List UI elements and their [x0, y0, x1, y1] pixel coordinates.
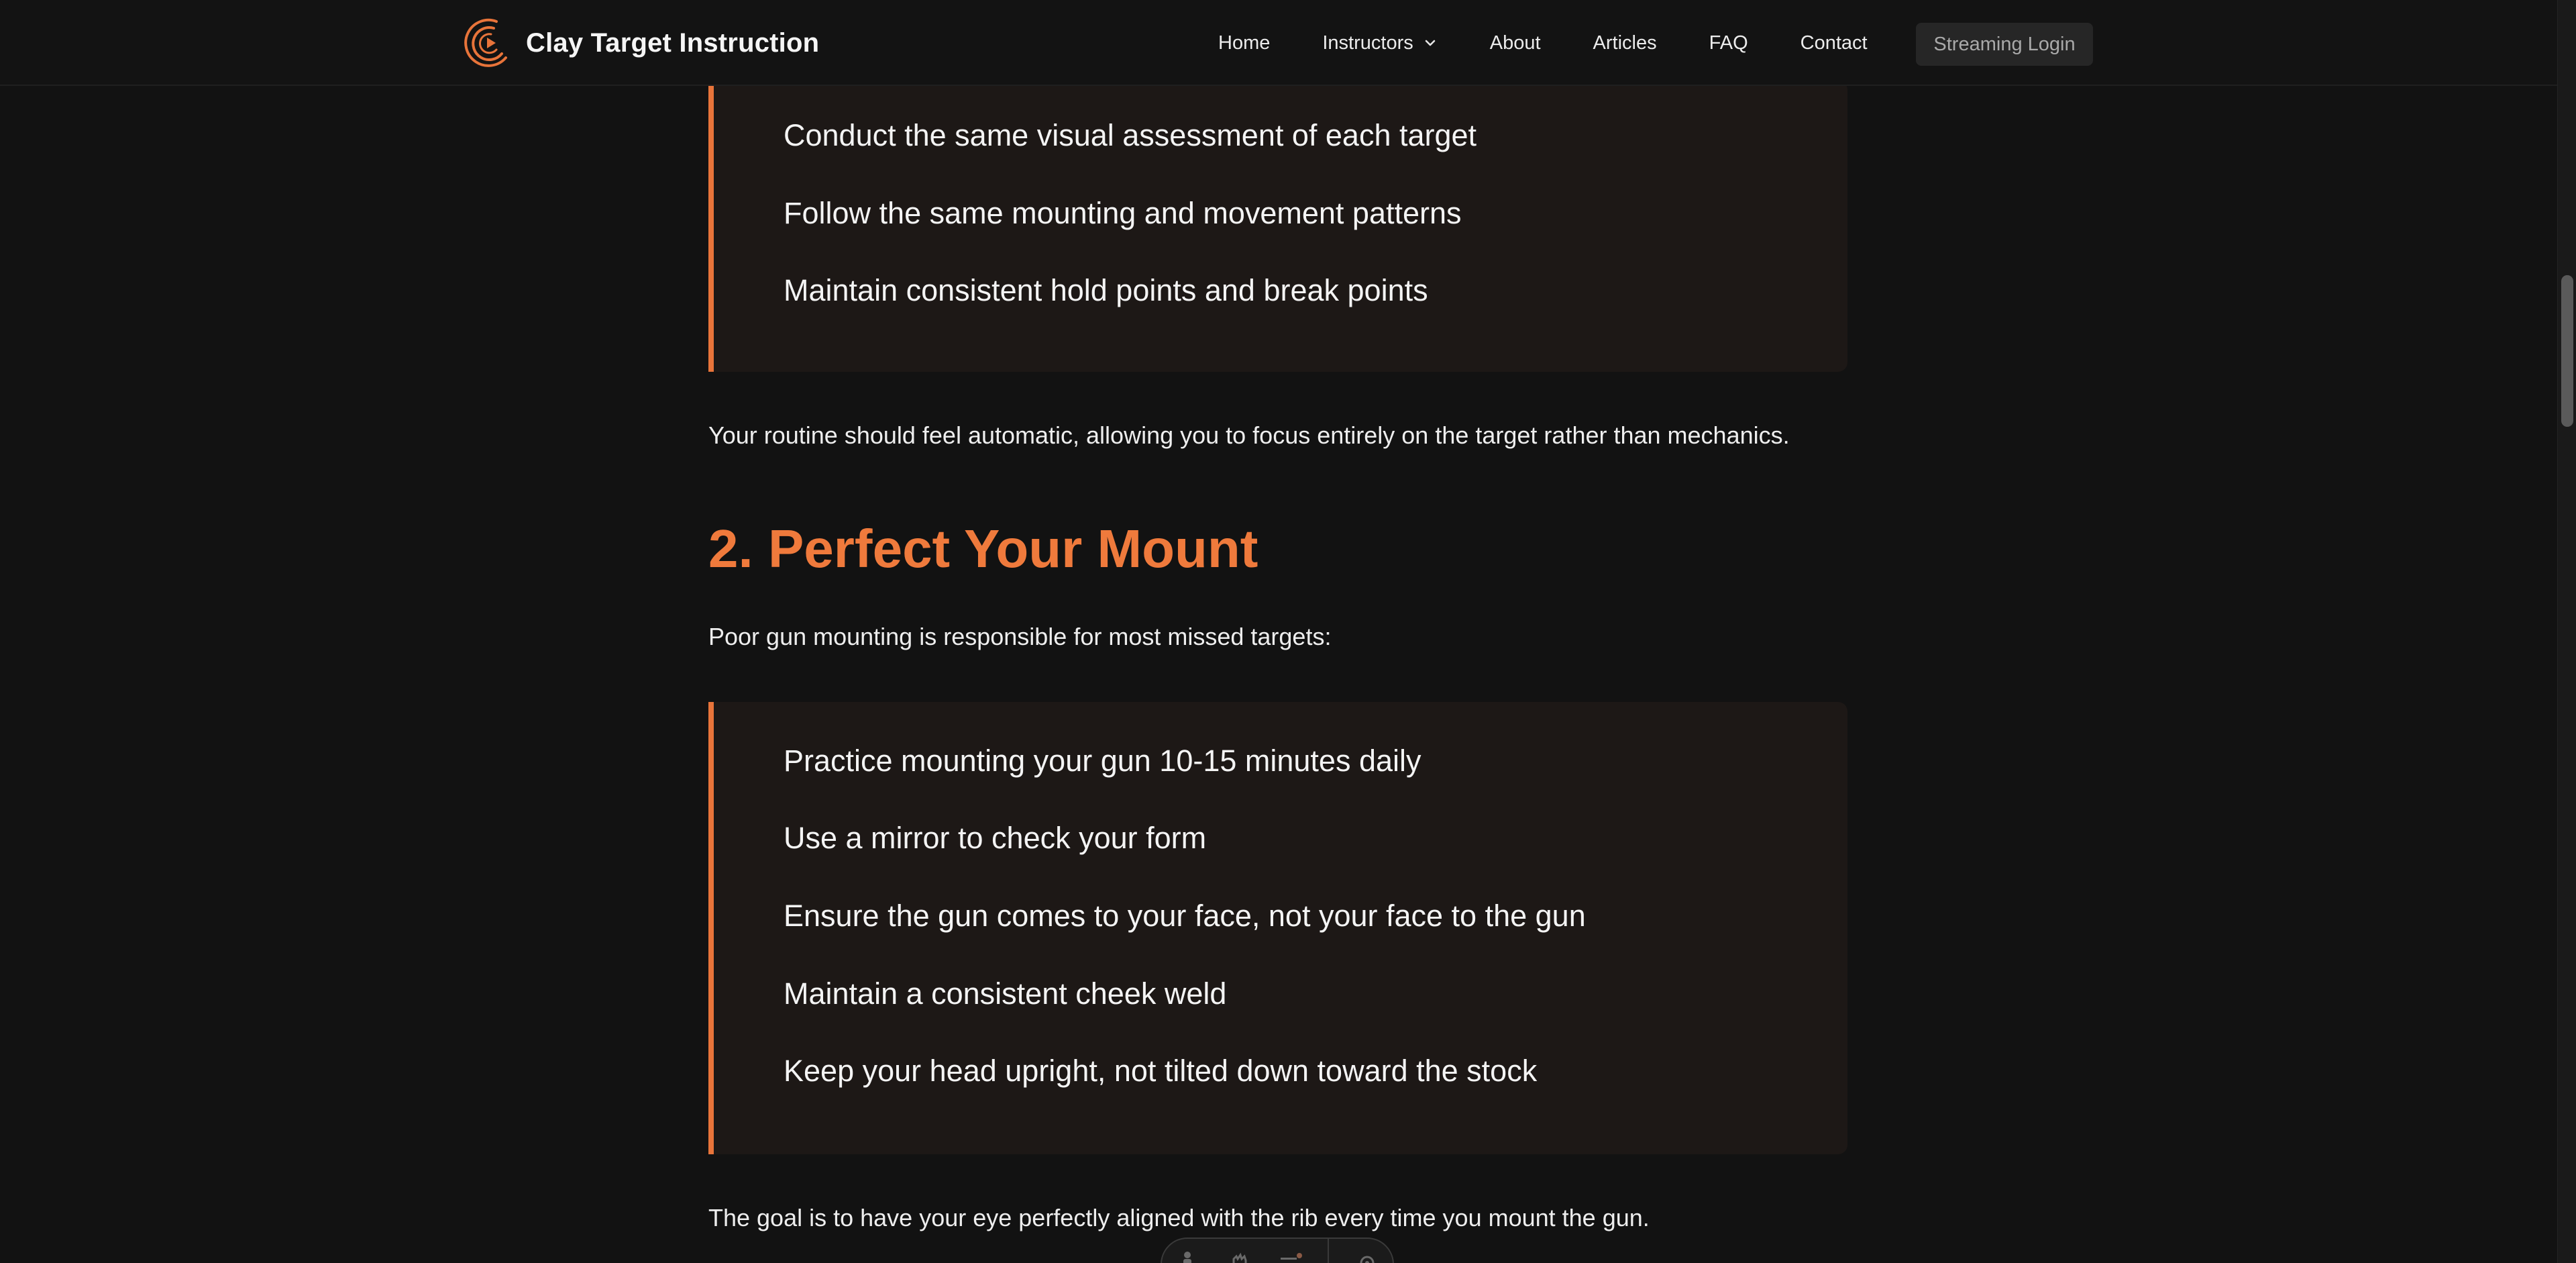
section-intro: Poor gun mounting is responsible for mos… — [708, 623, 1332, 650]
streaming-login-button[interactable]: Streaming Login — [1916, 23, 2093, 66]
toolbar-divider — [1328, 1239, 1330, 1263]
list-item: Follow the same mounting and movement pa… — [784, 196, 1462, 230]
goal-paragraph: The goal is to have your eye perfectly a… — [708, 1204, 1650, 1231]
nav-home[interactable]: Home — [1218, 32, 1270, 54]
routine-paragraph: Your routine should feel automatic, allo… — [708, 421, 1790, 449]
hand-icon[interactable] — [1226, 1250, 1252, 1263]
nav-articles[interactable]: Articles — [1593, 32, 1657, 54]
brand-home-link[interactable]: Clay Target Instruction — [463, 16, 819, 70]
page-scrollbar[interactable] — [2557, 0, 2576, 1263]
nav-faq[interactable]: FAQ — [1709, 32, 1748, 54]
section-title: 2. Perfect Your Mount — [708, 519, 1258, 578]
nav-contact[interactable]: Contact — [1801, 32, 1868, 54]
list-item: Use a mirror to check your form — [784, 821, 1207, 855]
nav-instructors-label: Instructors — [1322, 32, 1413, 54]
list-item: Ensure the gun comes to your face, not y… — [784, 899, 1586, 933]
site-header: Clay Target Instruction Home Instructors… — [0, 0, 2557, 86]
clay-target-logo-icon — [464, 18, 507, 67]
brand-name: Clay Target Instruction — [526, 28, 820, 58]
nav-instructors[interactable]: Instructors — [1322, 32, 1437, 54]
list-item: Keep your head upright, not tilted down … — [784, 1054, 1538, 1088]
accessibility-icon[interactable] — [1174, 1250, 1201, 1263]
list-icon[interactable] — [1277, 1250, 1303, 1263]
list-item: Maintain consistent hold points and brea… — [784, 273, 1428, 307]
floating-toolbar — [1161, 1237, 1394, 1263]
callout-mount: Practice mounting your gun 10-15 minutes… — [708, 702, 1847, 1154]
scrollbar-thumb[interactable] — [2561, 275, 2573, 427]
list-item: Maintain a consistent cheek weld — [784, 976, 1227, 1011]
main-nav: Home Instructors About Articles FAQ Cont… — [1218, 0, 1920, 86]
gear-icon[interactable] — [1354, 1250, 1381, 1263]
nav-about[interactable]: About — [1490, 32, 1541, 54]
list-item: Practice mounting your gun 10-15 minutes… — [784, 744, 1421, 778]
chevron-down-icon — [1425, 40, 1436, 46]
list-item: Conduct the same visual assessment of ea… — [784, 118, 1477, 152]
callout-routine: Conduct the same visual assessment of ea… — [708, 81, 1847, 372]
